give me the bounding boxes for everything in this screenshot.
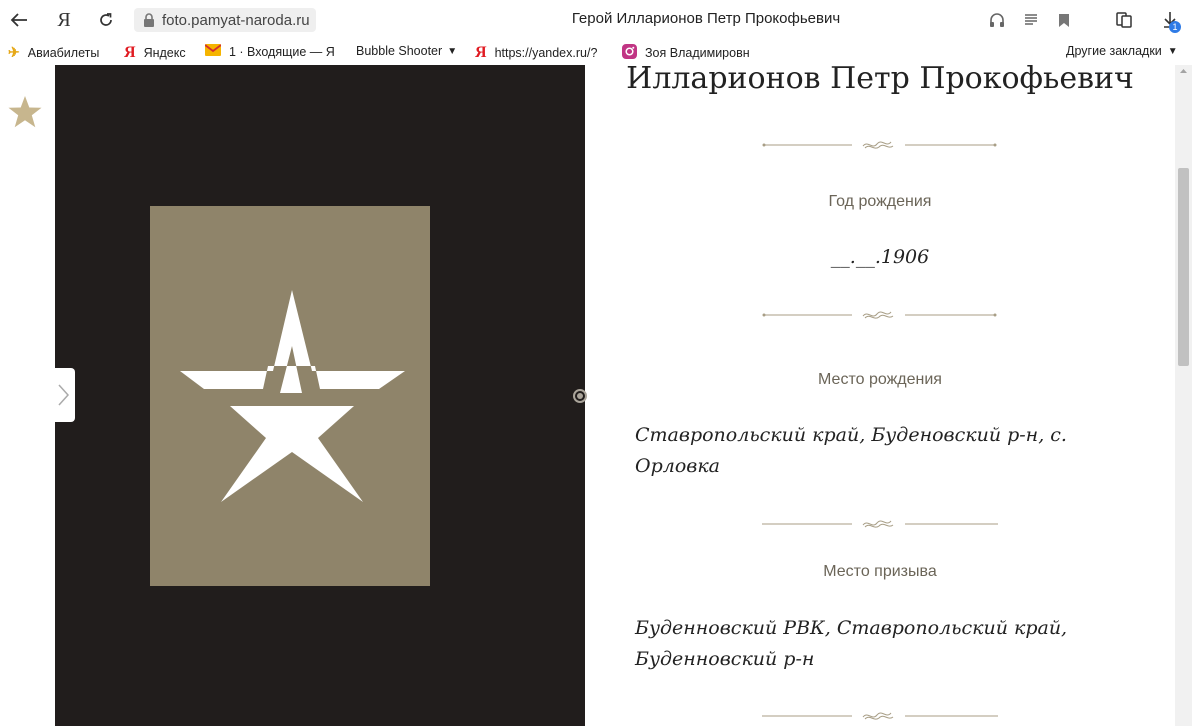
lock-icon (144, 13, 154, 27)
downloads-button[interactable]: 1 (1157, 7, 1183, 33)
listen-button[interactable] (984, 7, 1010, 33)
draft-place-label: Место призыва (823, 563, 937, 580)
slide-indicator-dot[interactable] (573, 389, 587, 403)
collections-icon (1116, 12, 1132, 28)
other-bookmarks[interactable]: Другие закладки ▼ (1066, 44, 1178, 58)
back-arrow-icon (10, 13, 27, 27)
collections-button[interactable] (1111, 7, 1137, 33)
bookmark-folder-bubble-shooter[interactable]: Bubble Shooter ▼ (356, 44, 457, 58)
bookmark-label: Авиабилеты (27, 45, 100, 60)
scrollbar-thumb[interactable] (1178, 168, 1189, 366)
browser-toolbar: Я foto.pamyat-naroda.ru Герой Илларионов… (0, 0, 1192, 40)
headphones-icon (990, 13, 1004, 27)
bookmark-label: 1 · Входящие — Я (229, 44, 335, 59)
reload-icon (100, 13, 112, 26)
bookmark-yandex-url[interactable]: Я https://yandex.ru/? (475, 44, 607, 62)
reload-button[interactable] (93, 7, 119, 33)
bookmark-instagram[interactable]: Зоя Владимировн (622, 44, 757, 62)
star-icon[interactable] (7, 95, 43, 129)
bookmark-label: https://yandex.ru/? (494, 46, 598, 60)
draft-place-value: Буденновский РВК, Ставропольский край, Б… (635, 617, 1068, 670)
photo-panel (55, 65, 587, 726)
hero-photo-placeholder (150, 206, 430, 586)
dropdown-arrow-icon: ▼ (447, 45, 458, 57)
address-bar[interactable]: foto.pamyat-naroda.ru (134, 8, 316, 32)
ornament-divider (762, 141, 997, 149)
yandex-icon: Я (124, 44, 136, 61)
dropdown-arrow-icon: ▼ (1167, 45, 1178, 57)
army-star-emblem-icon (180, 290, 405, 502)
download-count-badge: 1 (1169, 21, 1181, 33)
bookmark-yandex[interactable]: Я Яндекс (124, 44, 186, 62)
other-bookmarks-label: Другие закладки (1066, 44, 1162, 58)
next-slide-button[interactable] (55, 368, 75, 422)
bookmark-aviabilety[interactable]: ✈ Авиабилеты (8, 44, 99, 61)
ornament-divider (762, 712, 998, 720)
bookmark-button[interactable] (1051, 7, 1077, 33)
bookmark-icon (1059, 13, 1069, 27)
bookmark-label: Bubble Shooter (356, 44, 443, 58)
chevron-right-icon (58, 384, 70, 406)
vertical-scrollbar[interactable] (1175, 65, 1192, 726)
url-text: foto.pamyat-naroda.ru (162, 11, 310, 29)
bookmark-label: Зоя Владимировн (645, 46, 750, 60)
page-content: Илларионов Петр Прокофьевич Год рождения… (0, 65, 1175, 726)
hero-name: Илларионов Петр Прокофьевич (626, 65, 1134, 96)
ornament-divider (762, 520, 998, 528)
scroll-up-arrow-icon[interactable] (1175, 65, 1192, 77)
mail-icon (205, 44, 222, 59)
yandex-home-button[interactable]: Я (51, 7, 77, 33)
bookmark-label: Яндекс (143, 46, 186, 60)
bookmarks-bar: ✈ Авиабилеты Я Яндекс 1 · Входящие — Я B… (0, 40, 1192, 65)
page-title: Герой Илларионов Петр Прокофьевич (571, 10, 841, 27)
reader-mode-button[interactable] (1018, 7, 1044, 33)
bookmark-mail[interactable]: 1 · Входящие — Я (205, 44, 340, 59)
back-button[interactable] (6, 7, 32, 33)
birth-place-label: Место рождения (818, 371, 942, 388)
birth-year-label: Год рождения (828, 193, 932, 210)
yandex-icon: Я (475, 44, 487, 61)
yandex-icon: Я (57, 8, 71, 31)
plane-icon: ✈ (8, 44, 20, 60)
birth-year-value: __.__.1906 (830, 246, 930, 268)
birth-place-value: Ставропольский край, Буденовский р-н, с.… (635, 424, 1067, 477)
ornament-divider (762, 311, 997, 319)
instagram-icon (622, 44, 637, 62)
reader-icon (1025, 14, 1037, 25)
